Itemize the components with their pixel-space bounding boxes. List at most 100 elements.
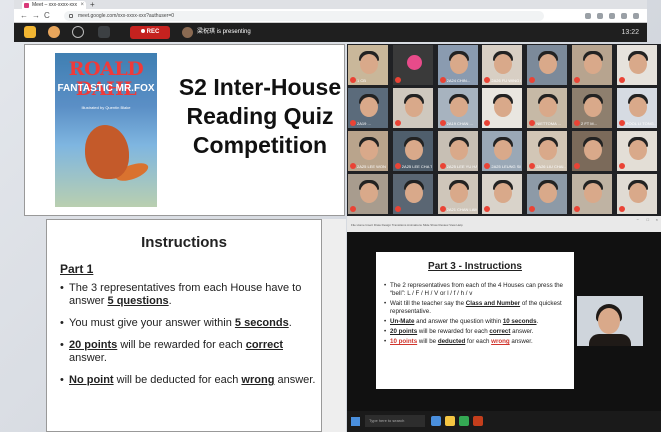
- profile-icon[interactable]: [633, 13, 639, 19]
- participant-tile[interactable]: 2A25 LEE WON HANG...: [347, 130, 389, 172]
- participant-tile[interactable]: 2 FT M...: [571, 87, 613, 129]
- extension-icon[interactable]: [609, 13, 615, 19]
- participant-name: 2A24 CHIN...: [446, 78, 471, 83]
- grid-view-icon[interactable]: [98, 26, 110, 38]
- reload-icon[interactable]: C: [44, 9, 50, 23]
- participant-tile[interactable]: 1 CB: [347, 44, 389, 86]
- participant-tile[interactable]: [526, 44, 569, 86]
- part3-slide: Part 3 - Instructions The 2 representati…: [376, 252, 574, 389]
- browser-tab[interactable]: Meet – xxx-xxxx-xxx ×: [22, 1, 86, 9]
- participant-name: 2A19 ...: [357, 121, 371, 126]
- participant-tile[interactable]: 2A26 FU WING HEI...: [481, 44, 524, 86]
- hand-icon[interactable]: [24, 26, 36, 38]
- face: [539, 97, 558, 117]
- mic-muted-icon: [439, 206, 446, 212]
- meet-favicon-icon: [24, 3, 29, 8]
- participant-tile[interactable]: [571, 173, 613, 215]
- face: [628, 54, 647, 74]
- powerpoint-icon[interactable]: [473, 416, 483, 426]
- list-item: 10 points will be deducted for each wron…: [384, 338, 570, 346]
- record-dot-icon: [140, 29, 145, 33]
- participant-grid: 1 CB 2A24 CHIN... 2A26 FU WING HEI... 2A19 …: [347, 44, 661, 216]
- face: [404, 183, 423, 203]
- participant-tile[interactable]: [391, 44, 434, 86]
- participant-name: 2 FT M...: [581, 121, 597, 126]
- mic-muted-icon: [439, 163, 446, 169]
- participant-tile[interactable]: [615, 173, 658, 215]
- face: [449, 140, 468, 160]
- maximize-icon[interactable]: □: [647, 217, 649, 222]
- participant-tile[interactable]: [571, 44, 613, 86]
- participant-tile[interactable]: [391, 173, 434, 215]
- part3-list: The 2 representatives from each of the 4…: [384, 282, 570, 348]
- browser-tabbar: Meet – xxx-xxxx-xxx × +: [14, 0, 647, 9]
- back-arrow-icon[interactable]: ←: [20, 9, 28, 23]
- url-input[interactable]: meet.google.com/xxx-xxxx-xxx?authuser=0: [64, 11, 544, 21]
- list-item: You must give your answer within 5 secon…: [60, 317, 316, 330]
- face: [494, 140, 513, 160]
- participant-tile[interactable]: [571, 130, 613, 172]
- taskview-icon[interactable]: [431, 416, 441, 426]
- mic-muted-icon: [618, 163, 625, 169]
- powerpoint-ribbon: File Home Insert Draw Design Transitions…: [347, 216, 661, 232]
- book-cover: ROALD DAHL FANTASTIC MR.FOX Illustrated …: [55, 53, 157, 207]
- extension-icon[interactable]: [585, 13, 591, 19]
- participant-name: 2A25 LEUNG SIN...: [491, 164, 521, 169]
- face: [539, 140, 558, 160]
- participant-tile[interactable]: 2A21 CHAN LAM...: [436, 173, 479, 215]
- participant-tile[interactable]: NIETTOMA ...: [526, 87, 569, 129]
- participant-tile[interactable]: 2A26 LIU CHAI...: [526, 130, 569, 172]
- participant-tile[interactable]: [526, 173, 569, 215]
- emoji-icon[interactable]: [48, 26, 60, 38]
- participant-tile[interactable]: [615, 130, 658, 172]
- face: [494, 183, 513, 203]
- book-subtitle: Illustrated by Quentin Blake: [81, 105, 131, 110]
- windows-taskbar: Type here to search: [347, 411, 661, 432]
- taskbar-search-input[interactable]: Type here to search: [365, 415, 425, 427]
- extension-icon[interactable]: [621, 13, 627, 19]
- close-icon[interactable]: ×: [656, 217, 658, 222]
- instructions-title: Instructions: [141, 234, 227, 251]
- mic-muted-icon: [439, 77, 446, 83]
- folder-icon[interactable]: [445, 416, 455, 426]
- participant-tile[interactable]: [481, 87, 524, 129]
- avatar: [406, 55, 422, 70]
- participant-tile[interactable]: [615, 44, 658, 86]
- face: [449, 97, 468, 117]
- participant-tile[interactable]: [347, 173, 389, 215]
- participant-name: 2A21 CHAN LAM...: [446, 207, 477, 212]
- participant-tile[interactable]: 2A25 LEE CHA TONG: [391, 130, 434, 172]
- settings-icon[interactable]: [72, 26, 84, 38]
- body: [589, 334, 631, 346]
- teacher-camera-feed: [577, 296, 643, 346]
- instruction-list: The 3 representatives from each House ha…: [60, 282, 316, 396]
- record-button[interactable]: REC: [130, 26, 170, 39]
- extension-icon[interactable]: [597, 13, 603, 19]
- fox-illustration: [85, 125, 129, 179]
- presenter-indicator: 梁祝琪 is presenting: [182, 26, 251, 39]
- participant-tile[interactable]: 2A25 LEUNG SIN...: [481, 130, 524, 172]
- participant-tile[interactable]: 2A19 ...: [347, 87, 389, 129]
- tab-title: Meet – xxx-xxxx-xxx: [32, 2, 78, 8]
- face: [494, 97, 513, 117]
- tab-close-icon[interactable]: ×: [80, 1, 84, 9]
- participant-tile[interactable]: 2A19 CHAN ...: [436, 87, 479, 129]
- mic-muted-icon: [394, 77, 401, 83]
- participant-tile[interactable]: [481, 173, 524, 215]
- instructions-slide: Instructions Part 1 The 3 representative…: [46, 219, 322, 432]
- participant-tile[interactable]: 2A25 LEE YU HANG...: [436, 130, 479, 172]
- new-tab-button[interactable]: +: [90, 0, 95, 9]
- face: [360, 140, 378, 160]
- participant-tile[interactable]: POOL LI TONG...: [615, 87, 658, 129]
- minimize-icon[interactable]: −: [637, 217, 639, 222]
- participant-name: 2A25 LEE YU HANG...: [446, 164, 477, 169]
- participant-tile[interactable]: [391, 87, 434, 129]
- record-label: REC: [146, 29, 160, 35]
- forward-arrow-icon[interactable]: →: [32, 9, 40, 23]
- windows-start-icon[interactable]: [351, 417, 360, 426]
- mic-muted-icon: [574, 206, 580, 212]
- chrome-icon[interactable]: [459, 416, 469, 426]
- lock-icon: [69, 14, 73, 18]
- mic-muted-icon: [529, 163, 536, 169]
- participant-tile[interactable]: 2A24 CHIN...: [436, 44, 479, 86]
